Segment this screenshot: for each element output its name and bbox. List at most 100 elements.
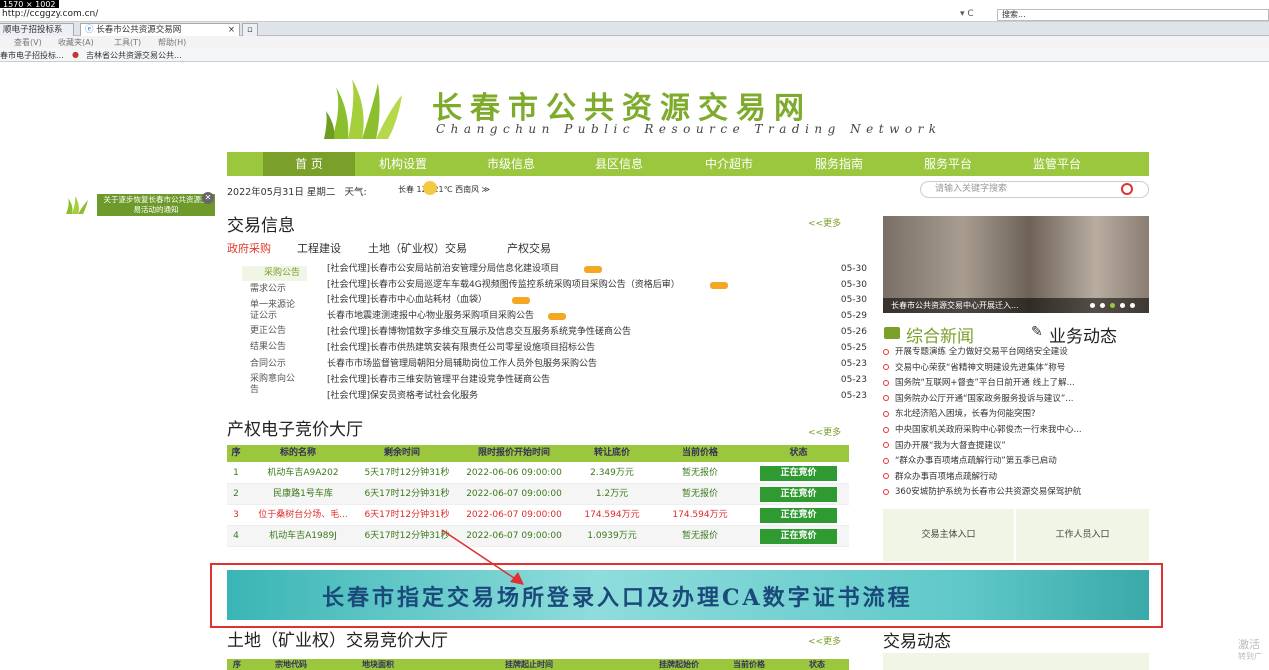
new-tab-button[interactable]: ▫ bbox=[242, 23, 258, 36]
auction-more-link[interactable]: <<更多 bbox=[808, 425, 841, 438]
land-more-link[interactable]: <<更多 bbox=[808, 634, 841, 647]
trade-list-item[interactable]: [社会代理]长春市公安局站前治安管理分局信息化建设项目 05-30 bbox=[327, 262, 867, 277]
trade-item-date: 05-23 bbox=[840, 375, 867, 385]
favorite-item[interactable]: 吉林省公共资源交易公共... bbox=[86, 50, 182, 61]
trade-list-item[interactable]: 长春市市场监督管理局朝阳分局辅助岗位工作人员外包服务采购公告 05-23 bbox=[327, 357, 867, 372]
tab-land-trade[interactable]: 土地（矿业权）交易 bbox=[368, 240, 467, 256]
tab-ebid[interactable]: 顺电子招投标系统 bbox=[0, 23, 74, 47]
side-item[interactable]: 结果公告 bbox=[242, 342, 307, 353]
side-item[interactable]: 采购公告 bbox=[242, 266, 307, 281]
tab-ccggzy[interactable]: ⓔ 长春市公共资源交易网 × bbox=[80, 23, 240, 36]
table-row[interactable]: 1 机动车吉A9A202 5天17时12分钟31秒 2022-06-06 09:00:… bbox=[227, 463, 849, 484]
side-item[interactable]: 采购意向公告 bbox=[242, 374, 297, 396]
bid-status-button[interactable]: 正在竞价 bbox=[760, 466, 837, 481]
land-table-header: 序 宗地代码 地块面积 挂牌起止时间 挂牌起始价 当前价格 状态 bbox=[227, 659, 849, 670]
carousel-dot[interactable] bbox=[1090, 303, 1095, 308]
trade-list-item[interactable]: [社会代理]长春市三维安防管理平台建设竞争性磋商公告 05-23 bbox=[327, 373, 867, 388]
trade-item-date: 05-23 bbox=[840, 391, 867, 401]
trade-list-item[interactable]: 长春市地震速测速报中心物业服务采购项目采购公告 05-29 bbox=[327, 309, 867, 324]
bid-status-button[interactable]: 正在竞价 bbox=[760, 508, 837, 523]
trading-entity-entry[interactable]: 交易主体入口 bbox=[883, 509, 1016, 561]
table-row[interactable]: 3 位于桑树台分场、毛... 6天17时12分钟31秒 2022-06-07 09:0… bbox=[227, 505, 849, 526]
menu-view[interactable]: 查看(V) bbox=[14, 37, 42, 48]
tab-construction[interactable]: 工程建设 bbox=[297, 240, 341, 256]
land-title: 土地（矿业权）交易竞价大厅 bbox=[227, 631, 448, 651]
auction-title: 产权电子竞价大厅 bbox=[227, 420, 363, 440]
tab-property-trade[interactable]: 产权交易 bbox=[507, 240, 551, 256]
side-item[interactable]: 合同公示 bbox=[242, 359, 307, 370]
news-item[interactable]: 国务院办公厅开通“国家政务服务投诉与建议”... bbox=[883, 392, 1149, 407]
nav-supervision-platform[interactable]: 监管平台 bbox=[1011, 152, 1103, 176]
bid-status-button[interactable]: 正在竞价 bbox=[760, 529, 837, 544]
trade-list-item[interactable]: [社会代理]长春博物馆数字多维交互展示及信息交互服务系统竞争性磋商公告 05-26 bbox=[327, 325, 867, 340]
table-row[interactable]: 4 机动车吉A1989J 6天17时12分钟31秒 2022-06-07 09:00:… bbox=[227, 526, 849, 547]
side-item[interactable]: 更正公告 bbox=[242, 326, 307, 337]
floating-notice[interactable]: 关于逐步恢复长春市公共资源交易活动的通知 ✕ bbox=[62, 192, 216, 216]
trade-list-item[interactable]: [社会代理]长春市中心血站耗材（血袋） 05-30 bbox=[327, 293, 867, 308]
menu-bar: 查看(V) 收藏夹(A) 工具(T) 帮助(H) bbox=[0, 36, 1269, 48]
news-item[interactable]: 中央国家机关政府采购中心郭俊杰一行来我中心... bbox=[883, 423, 1149, 438]
staff-entry[interactable]: 工作人员入口 bbox=[1016, 509, 1149, 561]
trade-item-title[interactable]: [社会代理]长春市供热建筑安装有限责任公司零星设施项目招标公告 bbox=[327, 341, 595, 356]
trade-item-title[interactable]: [社会代理]长春市公安局站前治安管理分局信息化建设项目 bbox=[327, 262, 559, 277]
nav-service-platform[interactable]: 服务平台 bbox=[902, 152, 994, 176]
side-item[interactable]: 需求公示 bbox=[242, 284, 307, 295]
tab-general-news[interactable]: 综合新闻 bbox=[906, 322, 974, 347]
nav-county-info[interactable]: 县区信息 bbox=[573, 152, 665, 176]
table-row[interactable]: 2 民康路1号车库 6天17时12分钟31秒 2022-06-07 09:00:00 1… bbox=[227, 484, 849, 505]
trade-item-title[interactable]: [社会代理]长春市公安局巡逻车车载4G视频图传监控系统采购项目采购公告（资格后审… bbox=[327, 278, 680, 293]
nav-agency-market[interactable]: 中介超市 bbox=[683, 152, 775, 176]
new-badge-icon bbox=[584, 266, 602, 273]
favorites-bar: 春市电子招投标... ● 吉林省公共资源交易公共... bbox=[0, 48, 1269, 62]
news-item[interactable]: 开展专题演练 全力做好交易平台网络安全建设 bbox=[883, 345, 1149, 360]
tab-gov-procurement[interactable]: 政府采购 bbox=[227, 240, 271, 256]
nav-service-guide[interactable]: 服务指南 bbox=[793, 152, 885, 176]
menu-favorites[interactable]: 收藏夹(A) bbox=[58, 37, 94, 48]
news-item[interactable]: 东北经济陷入困境，长春为何能突围? bbox=[883, 407, 1149, 422]
nav-home[interactable]: 首 页 bbox=[263, 152, 355, 176]
trade-item-title[interactable]: [社会代理]长春博物馆数字多维交互展示及信息交互服务系统竞争性磋商公告 bbox=[327, 325, 631, 340]
watermark-text: 激活 bbox=[1238, 638, 1260, 651]
nav-city-info[interactable]: 市级信息 bbox=[465, 152, 557, 176]
carousel-dot[interactable] bbox=[1120, 303, 1125, 308]
tab-business-news[interactable]: 业务动态 bbox=[1049, 322, 1117, 347]
news-item[interactable]: 交易中心荣获“省精神文明建设先进集体”称号 bbox=[883, 361, 1149, 376]
trade-list-item[interactable]: [社会代理]长春市公安局巡逻车车载4G视频图传监控系统采购项目采购公告（资格后审… bbox=[327, 278, 867, 293]
trade-item-title[interactable]: 长春市市场监督管理局朝阳分局辅助岗位工作人员外包服务采购公告 bbox=[327, 357, 597, 372]
news-item[interactable]: 360安城防护系统为长春市公共资源交易保驾护航 bbox=[883, 485, 1149, 500]
url-field[interactable]: http://ccggzy.com.cn/ bbox=[2, 9, 98, 19]
browser-search-input[interactable]: 搜索... bbox=[997, 9, 1269, 21]
carousel-dot[interactable] bbox=[1110, 303, 1115, 308]
news-item[interactable]: 群众办事百项堵点疏解行动 bbox=[883, 470, 1149, 485]
menu-tools[interactable]: 工具(T) bbox=[114, 37, 141, 48]
site-subtitle: Changchun Public Resource Trading Networ… bbox=[436, 122, 942, 136]
news-item[interactable]: 国办开展“我为大督查提建议” bbox=[883, 439, 1149, 454]
close-tab-icon[interactable]: × bbox=[228, 24, 235, 36]
site-search-input[interactable]: 请输入关键字搜索 bbox=[920, 181, 1149, 198]
side-item[interactable]: 单一来源论证公示 bbox=[242, 300, 297, 322]
trade-item-title[interactable]: 长春市地震速测速报中心物业服务采购项目采购公告 bbox=[327, 309, 534, 324]
search-icon[interactable] bbox=[1121, 183, 1133, 195]
news-item[interactable]: 国务院“互联网+督查”平台日前开通 线上了解... bbox=[883, 376, 1149, 391]
trade-more-link[interactable]: <<更多 bbox=[808, 216, 841, 229]
new-badge-icon bbox=[710, 282, 728, 289]
carousel-dot[interactable] bbox=[1100, 303, 1105, 308]
menu-help[interactable]: 帮助(H) bbox=[158, 37, 186, 48]
bid-status-button[interactable]: 正在竞价 bbox=[760, 487, 837, 502]
trade-item-title[interactable]: [社会代理]保安员资格考试社会化服务 bbox=[327, 389, 478, 404]
ie-icon: ⓔ bbox=[85, 25, 97, 35]
trade-tabs: 政府采购 工程建设 土地（矿业权）交易 产权交易 bbox=[227, 240, 827, 256]
nav-institutions[interactable]: 机构设置 bbox=[357, 152, 449, 176]
trade-list-item[interactable]: [社会代理]保安员资格考试社会化服务 05-23 bbox=[327, 389, 867, 404]
carousel-dot[interactable] bbox=[1130, 303, 1135, 308]
news-item[interactable]: “群众办事百项堵点疏解行动”第五季已启动 bbox=[883, 454, 1149, 469]
notice-text[interactable]: 关于逐步恢复长春市公共资源交易活动的通知 bbox=[97, 194, 215, 216]
close-icon[interactable]: ✕ bbox=[202, 192, 214, 204]
refresh-icon[interactable]: ▾ C bbox=[960, 9, 974, 19]
favorite-item[interactable]: 春市电子招投标... bbox=[0, 50, 64, 61]
trade-item-title[interactable]: [社会代理]长春市中心血站耗材（血袋） bbox=[327, 293, 487, 308]
trade-list-item[interactable]: [社会代理]长春市供热建筑安装有限责任公司零星设施项目招标公告 05-25 bbox=[327, 341, 867, 356]
trade-item-title[interactable]: [社会代理]长春市三维安防管理平台建设竞争性磋商公告 bbox=[327, 373, 550, 388]
current-date: 2022年05月31日 星期二 天气: bbox=[227, 187, 367, 198]
pen-icon: ✎ bbox=[1031, 324, 1043, 340]
